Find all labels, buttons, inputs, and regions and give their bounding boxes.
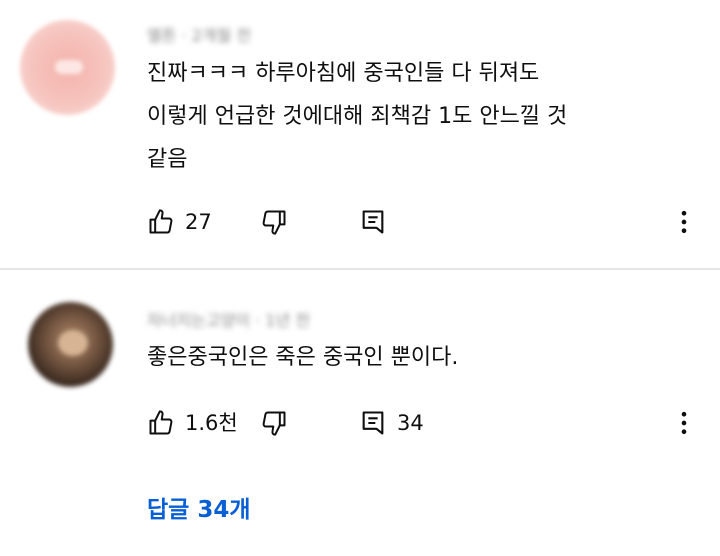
thumbs-down-icon (262, 411, 286, 436)
more-options-button[interactable] (666, 204, 702, 240)
view-replies-link[interactable]: 답글 34개 (147, 490, 251, 530)
comment-actions: 27 (0, 202, 720, 242)
like-button[interactable] (143, 204, 179, 240)
thumbs-up-icon (149, 209, 173, 234)
comment-body: 진짜ㅋㅋㅋ 하루아침에 중국인들 다 뒤져도 이렇게 언급한 것에대해 죄책감 … (147, 52, 567, 181)
avatar[interactable] (28, 302, 113, 387)
dislike-button[interactable] (256, 204, 292, 240)
comment-body: 좋은중국인은 죽은 중국인 뿐이다. (147, 336, 458, 379)
reply-button[interactable] (355, 204, 391, 240)
thumbs-down-icon (262, 210, 286, 235)
more-options-button[interactable] (666, 405, 702, 441)
reply-icon (362, 210, 384, 234)
divider (0, 268, 720, 270)
comment-line: 이렇게 언급한 것에대해 죄책감 1도 안느낄 것 (147, 104, 568, 129)
comment-line: 같음 (147, 147, 188, 172)
avatar[interactable] (20, 20, 115, 115)
like-button[interactable] (143, 405, 179, 441)
comment-line: 진짜ㅋㅋㅋ 하루아침에 중국인들 다 뒤져도 (147, 61, 540, 86)
reply-count: 34 (397, 411, 424, 435)
reply-icon (362, 411, 384, 435)
comment-meta: 엘튼 · 2개월 전 (147, 26, 252, 45)
comment-actions: 1.6천 34 (0, 403, 720, 443)
thumbs-up-icon (149, 410, 173, 435)
more-vertical-icon (681, 411, 687, 435)
comment-meta: 자너지는고양이 · 1년 전 (147, 311, 311, 330)
comment-line: 좋은중국인은 죽은 중국인 뿐이다. (147, 345, 459, 370)
more-vertical-icon (681, 210, 687, 234)
like-count: 1.6천 (185, 411, 238, 435)
reply-button[interactable] (355, 405, 391, 441)
dislike-button[interactable] (256, 405, 292, 441)
like-count: 27 (185, 210, 212, 234)
